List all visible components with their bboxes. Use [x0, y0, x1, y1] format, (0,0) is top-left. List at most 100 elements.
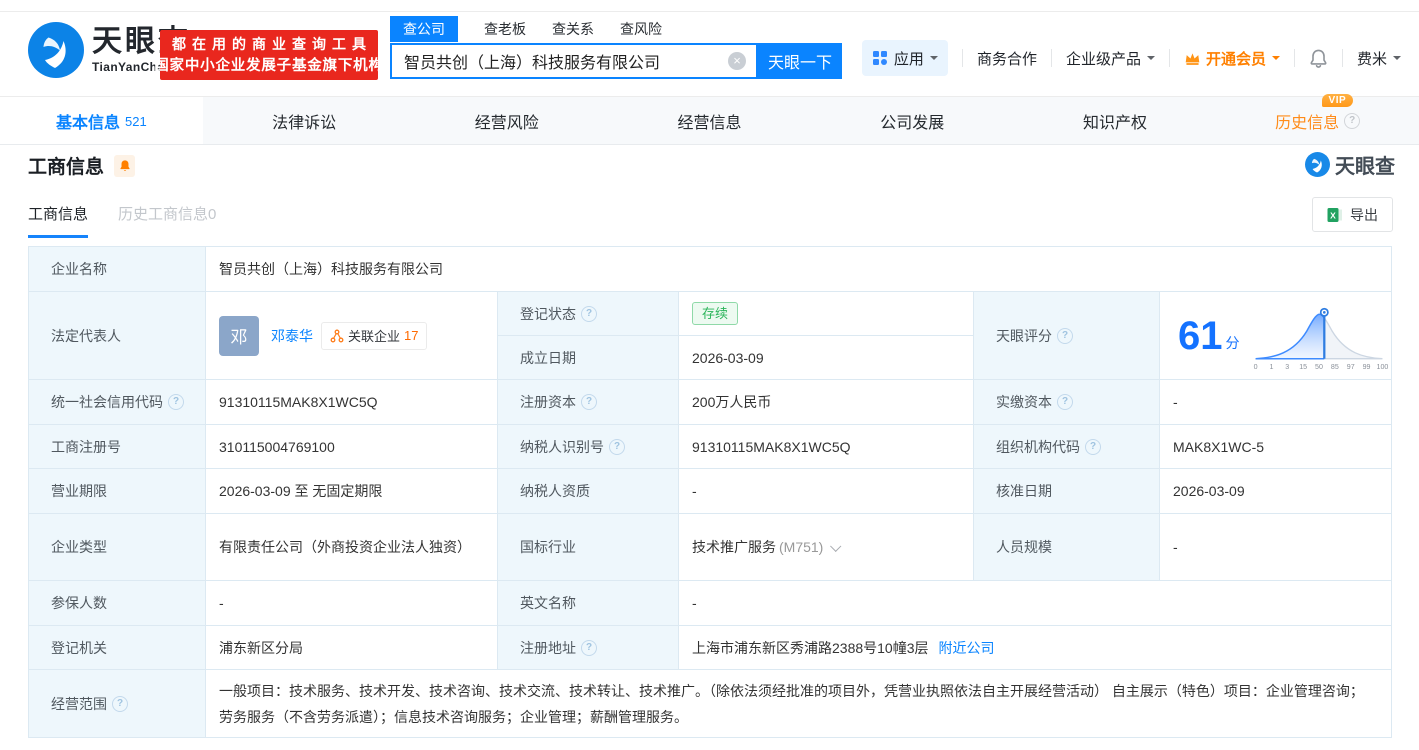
legal-rep-avatar[interactable]: 邓 — [219, 316, 259, 356]
industry-code: (M751) — [779, 539, 823, 555]
tab-company-development[interactable]: 公司发展 — [811, 97, 1014, 144]
crown-icon — [1184, 51, 1201, 66]
nearby-companies-link[interactable]: 附近公司 — [939, 638, 995, 658]
excel-icon: X — [1327, 207, 1343, 223]
svg-text:99: 99 — [1362, 363, 1370, 371]
tab-operation-risk[interactable]: 经营风险 — [405, 97, 608, 144]
tab-intellectual-property[interactable]: 知识产权 — [1014, 97, 1217, 144]
field-label-company-name: 企业名称 — [29, 247, 206, 292]
section-subtabs: 工商信息 历史工商信息0 — [28, 203, 216, 238]
field-value-registration-status: 存续 — [679, 292, 974, 336]
svg-text:X: X — [1330, 210, 1336, 220]
notification-bell-icon[interactable] — [1309, 48, 1328, 68]
svg-text:15: 15 — [1299, 363, 1307, 371]
enterprise-label: 企业级产品 — [1066, 48, 1141, 69]
field-value-legal-representative: 邓 邓泰华 关联企业 17 — [206, 292, 498, 380]
help-icon[interactable]: ? — [581, 306, 597, 322]
apps-menu-button[interactable]: 应用 — [862, 40, 948, 76]
help-icon[interactable]: ? — [168, 394, 184, 410]
svg-text:3: 3 — [1285, 363, 1289, 371]
apps-grid-icon — [872, 50, 888, 66]
field-value-english-name: - — [679, 581, 1392, 626]
svg-text:100: 100 — [1376, 363, 1388, 371]
field-value-establish-date: 2026-03-09 — [679, 336, 974, 380]
tab-history-info[interactable]: 历史信息 VIP ? — [1216, 97, 1419, 144]
slogan-line2: 国家中小企业发展子基金旗下机构 — [154, 55, 384, 77]
divider — [1294, 49, 1295, 67]
header-right-nav: 应用 商务合作 企业级产品 开通会员 费米 — [862, 39, 1401, 77]
field-value-registration-number: 310115004769100 — [206, 425, 498, 469]
tab-basic-count: 521 — [125, 114, 147, 129]
svg-text:0: 0 — [1253, 363, 1257, 371]
clear-search-icon[interactable]: × — [728, 52, 746, 70]
field-label-taxpayer-qualification: 纳税人资质 — [498, 469, 679, 514]
export-button[interactable]: X 导出 — [1312, 197, 1393, 232]
search-tab-boss[interactable]: 查老板 — [484, 16, 526, 42]
field-value-business-scope: 一般项目：技术服务、技术开发、技术咨询、技术交流、技术转让、技术推广。（除依法须… — [206, 670, 1392, 738]
score-unit: 分 — [1226, 333, 1240, 353]
field-label-registered-address: 注册地址 ? — [498, 626, 679, 670]
expand-industry-chevron-icon[interactable] — [830, 541, 841, 552]
section-watermark-logo: 天眼查 — [1305, 150, 1395, 179]
status-badge: 存续 — [692, 302, 738, 325]
brand-slogan-banner: 都在用的商业查询工具 国家中小企业发展子基金旗下机构 — [160, 30, 378, 80]
help-icon[interactable]: ? — [1057, 394, 1073, 410]
chevron-down-icon — [1272, 56, 1280, 64]
nav-business-cooperation[interactable]: 商务合作 — [977, 48, 1037, 69]
field-value-tianyan-score: 61 分 0 1 3 15 50 85 — [1160, 292, 1392, 380]
search-tab-relation[interactable]: 查关系 — [552, 16, 594, 42]
tab-operation-info[interactable]: 经营信息 — [608, 97, 811, 144]
vip-badge: VIP — [1322, 94, 1354, 107]
help-icon[interactable]: ? — [1085, 439, 1101, 455]
help-icon[interactable]: ? — [1057, 328, 1073, 344]
field-label-business-term: 营业期限 — [29, 469, 206, 514]
field-value-national-industry: 技术推广服务 (M751) — [679, 514, 974, 581]
legal-rep-link[interactable]: 邓泰华 — [271, 326, 313, 346]
field-label-registration-status: 登记状态 ? — [498, 292, 679, 336]
search-area: 查公司 查老板 查关系 查风险 × 天眼一下 — [390, 16, 842, 80]
nav-enterprise-products[interactable]: 企业级产品 — [1066, 48, 1155, 69]
vip-label: 开通会员 — [1206, 48, 1266, 69]
help-icon[interactable]: ? — [581, 640, 597, 656]
nav-open-vip[interactable]: 开通会员 — [1184, 48, 1280, 69]
search-tabs: 查公司 查老板 查关系 查风险 — [390, 16, 842, 42]
field-label-staff-size: 人员规模 — [974, 514, 1160, 581]
help-icon[interactable]: ? — [581, 394, 597, 410]
field-label-org-code: 组织机构代码 ? — [974, 425, 1160, 469]
divider — [1342, 49, 1343, 67]
field-label-national-industry: 国标行业 — [498, 514, 679, 581]
search-input[interactable] — [390, 43, 758, 79]
subtab-history-business-info[interactable]: 历史工商信息0 — [118, 203, 216, 235]
subtab-business-info[interactable]: 工商信息 — [28, 203, 88, 238]
search-tab-company[interactable]: 查公司 — [390, 16, 458, 42]
field-value-business-term: 2026-03-09 至 无固定期限 — [206, 469, 498, 514]
field-label-english-name: 英文名称 — [498, 581, 679, 626]
divider — [962, 49, 963, 67]
field-label-insured-count: 参保人数 — [29, 581, 206, 626]
related-companies-badge[interactable]: 关联企业 17 — [321, 322, 427, 350]
tab-basic-info[interactable]: 基本信息 521 — [0, 97, 203, 144]
help-icon[interactable]: ? — [609, 439, 625, 455]
tab-legal-proceedings[interactable]: 法律诉讼 — [203, 97, 406, 144]
svg-text:97: 97 — [1346, 363, 1354, 371]
company-profile-tabs: 基本信息 521 法律诉讼 经营风险 经营信息 公司发展 知识产权 历史信息 V… — [0, 96, 1419, 145]
top-divider — [0, 11, 1419, 12]
slogan-line1: 都在用的商业查询工具 — [172, 33, 372, 55]
field-label-registered-capital: 注册资本 ? — [498, 380, 679, 425]
tianyancha-logo-icon — [28, 22, 84, 78]
field-value-company-type: 有限责任公司（外商投资企业法人独资） — [206, 514, 498, 581]
monitor-bell-icon[interactable] — [114, 155, 135, 177]
field-value-insured-count: - — [206, 581, 498, 626]
field-value-registration-authority: 浦东新区分局 — [206, 626, 498, 670]
field-label-establish-date: 成立日期 — [498, 336, 679, 380]
user-menu[interactable]: 费米 — [1357, 48, 1401, 69]
field-label-company-type: 企业类型 — [29, 514, 206, 581]
search-tab-risk[interactable]: 查风险 — [620, 16, 662, 42]
export-label: 导出 — [1350, 205, 1378, 225]
chevron-down-icon — [1147, 56, 1155, 64]
help-icon[interactable]: ? — [112, 696, 128, 712]
field-label-legal-representative: 法定代表人 — [29, 292, 206, 380]
search-button[interactable]: 天眼一下 — [758, 43, 842, 79]
help-icon[interactable]: ? — [1344, 113, 1360, 129]
field-value-paid-capital: - — [1160, 380, 1392, 425]
